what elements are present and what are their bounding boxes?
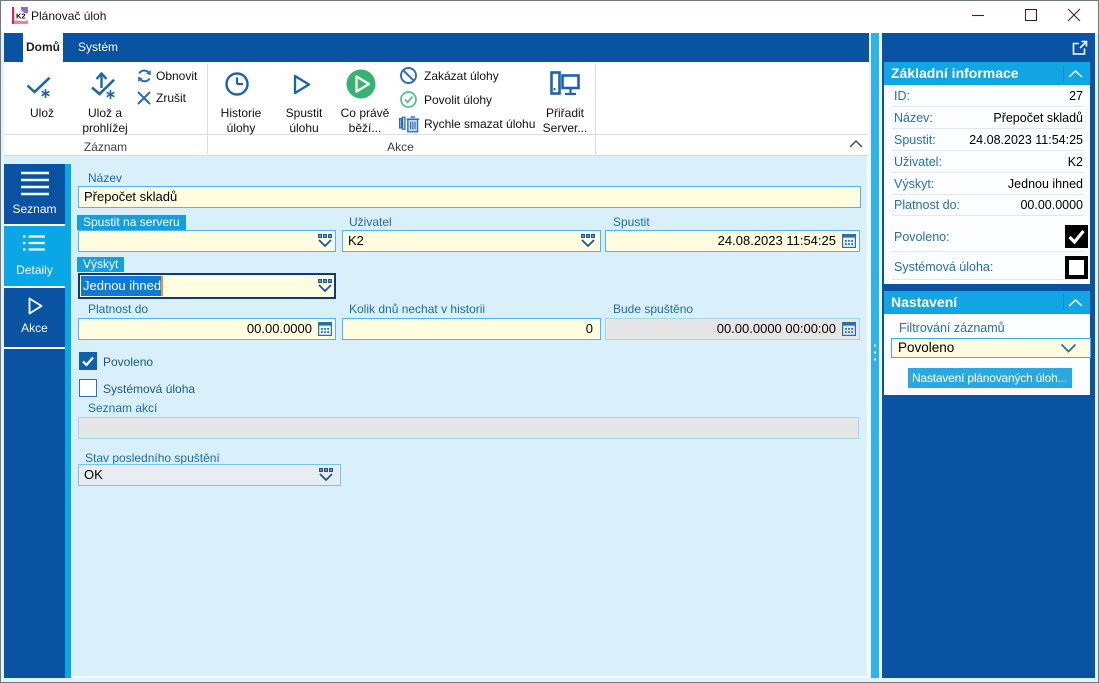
svg-text:K2: K2 [16, 12, 26, 21]
